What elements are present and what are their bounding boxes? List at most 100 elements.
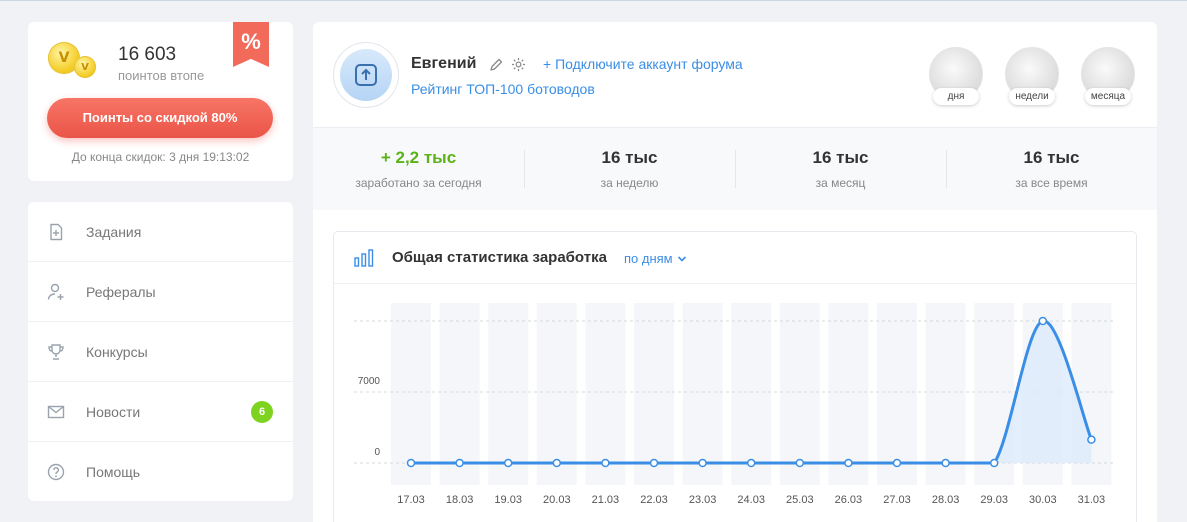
sidebar-nav: Задания Рефералы Конкурсы Новости 6 Помо… — [28, 202, 293, 501]
stat-value: 16 тыс — [812, 148, 869, 167]
discount-badge: % — [233, 22, 269, 67]
medal-week[interactable]: недели — [1005, 47, 1059, 107]
stat-today: + 2,2 тыс заработано за сегодня — [313, 128, 524, 210]
data-point — [746, 458, 756, 468]
data-point — [503, 458, 513, 468]
medal-label: недели — [1009, 88, 1055, 105]
connect-forum-link[interactable]: + Подключите аккаунт форума — [543, 56, 743, 72]
rating-link[interactable]: Рейтинг ТОП-100 ботоводов — [411, 81, 595, 97]
x-tick-label: 23.03 — [689, 494, 717, 506]
data-point — [892, 458, 902, 468]
data-point — [698, 458, 707, 468]
x-tick-label: 25.03 — [786, 494, 814, 506]
earnings-chart: 0 7000 17.03 18.03 19.03 20.03 21.03 22.03 23.03… — [354, 303, 1116, 506]
buy-points-button[interactable]: Поинты со скидкой 80% — [47, 98, 273, 138]
x-tick-label: 19.03 — [494, 494, 522, 506]
chart-column-bg — [877, 303, 917, 485]
user-name: Евгений — [411, 55, 477, 72]
medal-month[interactable]: месяца — [1081, 47, 1135, 107]
data-point — [941, 458, 950, 468]
x-tick-label: 31.03 — [1078, 494, 1106, 506]
x-tick-label: 30.03 — [1029, 494, 1057, 506]
x-tick-label: 24.03 — [737, 494, 765, 506]
chart-column-bg — [536, 303, 577, 485]
stat-value: + 2,2 тыс — [380, 148, 457, 167]
sidebar-item-label: Новости — [86, 404, 141, 420]
chart-column-bg — [391, 303, 431, 485]
earnings-stats: + 2,2 тыс заработано за сегодня 16 тыс з… — [313, 128, 1157, 210]
coin-small-icon: V — [74, 56, 96, 78]
x-tick-label: 17.03 — [397, 494, 425, 506]
discount-countdown: До конца скидок: 3 дня 19:13:02 — [71, 150, 250, 164]
x-tick-label: 29.03 — [980, 494, 1008, 506]
data-point — [649, 458, 659, 468]
data-point — [455, 458, 464, 468]
avatar-image — [340, 49, 392, 101]
coins-icon: V V — [48, 40, 96, 80]
earnings-chart-panel: Общая статистика заработка по дням 0 7000… — [333, 231, 1137, 522]
chart-column-bg — [925, 303, 966, 485]
chart-column-bg — [779, 303, 820, 485]
sidebar-item-tasks[interactable]: Задания — [28, 202, 293, 262]
points-label: поинтов втопе — [118, 68, 205, 83]
period-value: по дням — [624, 251, 673, 266]
help-icon — [47, 463, 65, 481]
stat-label: за все время — [1015, 176, 1088, 190]
data-point — [406, 458, 416, 468]
chart-header: Общая статистика заработка по дням — [334, 232, 1136, 284]
sidebar-item-news[interactable]: Новости 6 — [28, 382, 293, 442]
bar-chart-icon — [354, 249, 374, 267]
x-tick-label: 26.03 — [835, 494, 863, 506]
task-icon — [50, 223, 63, 241]
data-point — [795, 458, 805, 468]
data-point — [601, 458, 610, 468]
x-tick-label: 27.03 — [883, 494, 911, 506]
upload-icon — [355, 64, 377, 86]
chart-column-bg — [439, 303, 480, 485]
y-tick-label: 7000 — [358, 376, 381, 387]
news-count-badge: 6 — [251, 401, 273, 423]
profile-card: Евгений + Подключите аккаунт форума Рейт… — [313, 22, 1157, 522]
chart-column-bg — [634, 303, 674, 485]
sidebar-item-label: Помощь — [86, 464, 141, 480]
trophy-icon — [48, 344, 64, 360]
y-tick-label: 0 — [374, 447, 380, 458]
chevron-down-icon — [677, 255, 686, 262]
stat-value: 16 тыс — [1023, 148, 1080, 167]
sidebar-item-help[interactable]: Помощь — [28, 442, 293, 502]
data-point — [844, 458, 853, 468]
stat-week: 16 тыс за неделю — [524, 128, 735, 210]
pencil-icon[interactable] — [489, 58, 503, 72]
x-tick-label: 18.03 — [446, 494, 474, 506]
data-point — [1038, 316, 1048, 326]
stat-value: 16 тыс — [601, 148, 658, 167]
stat-all-time: 16 тыс за все время — [946, 128, 1157, 210]
x-tick-label: 28.03 — [932, 494, 960, 506]
chart-column-bg — [488, 303, 529, 485]
points-card: V V 16 603 поинтов втопе % Поинты со ски… — [28, 22, 293, 181]
mail-icon — [47, 405, 65, 419]
chart-title: Общая статистика заработка — [392, 249, 607, 266]
data-point — [1087, 435, 1096, 444]
data-point — [989, 458, 999, 468]
sidebar-item-label: Задания — [86, 224, 142, 240]
chart-column-bg — [828, 303, 869, 485]
x-tick-label: 20.03 — [543, 494, 571, 506]
period-dropdown[interactable]: по дням — [624, 251, 687, 266]
stat-label: за месяц — [815, 176, 866, 190]
chart-column-bg — [585, 303, 626, 485]
chart-column-bg — [731, 303, 772, 485]
sidebar-item-referrals[interactable]: Рефералы — [28, 262, 293, 322]
medal-label: дня — [933, 88, 979, 105]
gear-icon[interactable] — [511, 57, 526, 72]
user-add-icon — [47, 283, 64, 300]
chart-column-bg — [682, 303, 723, 485]
sidebar-item-label: Рефералы — [86, 284, 156, 300]
x-tick-label: 21.03 — [592, 494, 620, 506]
medal-day[interactable]: дня — [929, 47, 983, 107]
data-point — [552, 458, 562, 468]
sidebar-item-contests[interactable]: Конкурсы — [28, 322, 293, 382]
avatar[interactable] — [333, 42, 399, 108]
sidebar-item-label: Конкурсы — [86, 344, 148, 360]
points-balance: 16 603 — [118, 44, 177, 65]
